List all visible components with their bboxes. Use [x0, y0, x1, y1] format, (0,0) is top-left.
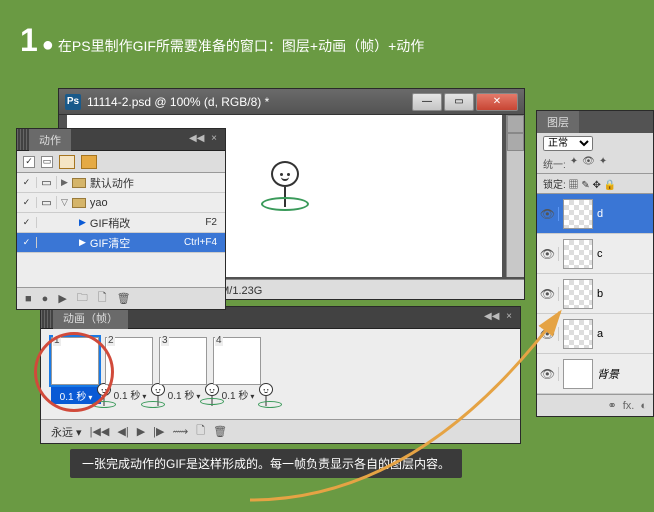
stick-figure [257, 161, 313, 231]
unify-row: 统一:✦👁✦ [537, 154, 653, 174]
visibility-icon[interactable]: 👁 [537, 327, 559, 341]
toggle-check[interactable]: ✓ [23, 156, 35, 168]
frames-strip: 1 0.1 秒▾ 2 0.1 秒▾ 3 0.1 秒▾ 4 0.1 秒▾ [41, 329, 520, 419]
layers-panel: 图层 正常 统一:✦👁✦ 锁定: ▦ ✎ ✥ 🔒 👁 d 👁 c 👁 b 👁 a… [536, 110, 654, 417]
layers-footer: ⚭ fx. ◐ [537, 394, 653, 416]
collapse-icon[interactable]: ◀◀ [484, 311, 498, 325]
frame-thumb[interactable]: 1 0.1 秒▾ [51, 337, 101, 411]
first-frame-icon[interactable]: |◀◀ [90, 425, 110, 438]
layer-item[interactable]: 👁 b [537, 274, 653, 314]
tween-icon[interactable]: ⟿ [172, 425, 188, 438]
stop-icon[interactable]: ■ [25, 293, 32, 305]
layer-item-background[interactable]: 👁 背景 [537, 354, 653, 394]
trash-icon[interactable]: 🗑 [213, 425, 227, 438]
toggle-dialog[interactable]: ▭ [41, 156, 53, 168]
action-row[interactable]: ✓▭ ▽ yao [17, 193, 225, 213]
page-title: 1 ● 在PS里制作GIF所需要准备的窗口：图层+动画（帧）+动作 [20, 22, 424, 59]
collapse-icon[interactable]: ◀◀ [189, 133, 203, 147]
actions-panel: 动作 ◀◀ × ✓ ▭ ✓▭ ▶ 默认动作 ✓▭ ▽ yao ✓ ▶ GIF稍改… [16, 128, 226, 310]
ps-icon: Ps [65, 94, 81, 110]
close-button[interactable]: ✕ [476, 93, 518, 111]
minimize-button[interactable]: — [412, 93, 442, 111]
folder-icon [72, 198, 86, 208]
close-panel-icon[interactable]: × [207, 133, 221, 147]
prev-frame-icon[interactable]: ◀| [117, 425, 128, 438]
unify-style-icon[interactable]: ✦ [599, 156, 607, 171]
action-toolbar: ✓ ▭ [17, 151, 225, 173]
titlebar[interactable]: Ps 11114-2.psd @ 100% (d, RGB/8) * — ▭ ✕ [59, 89, 524, 115]
maximize-button[interactable]: ▭ [444, 93, 474, 111]
caption: 一张完成动作的GIF是这样形成的。每一帧负责显示各自的图层内容。 [70, 449, 462, 478]
layer-item[interactable]: 👁 c [537, 234, 653, 274]
visibility-icon[interactable]: 👁 [537, 207, 559, 221]
actions-tab[interactable]: 动作 [29, 129, 71, 151]
actions-footer: ■ ● ▶ 🗀 🗋 🗑 [17, 287, 225, 309]
header-text: 在PS里制作GIF所需要准备的窗口：图层+动画（帧）+动作 [58, 36, 424, 56]
vertical-scrollbar[interactable] [506, 115, 524, 277]
blend-mode-row: 正常 [537, 133, 653, 154]
play-icon[interactable]: ▶ [58, 292, 66, 305]
document-title: 11114-2.psd @ 100% (d, RGB/8) * [87, 95, 412, 109]
animation-tabbar[interactable]: 动画（帧） ◀◀ × [41, 307, 520, 329]
panel-tabbar[interactable]: 动作 ◀◀ × [17, 129, 225, 151]
layer-item[interactable]: 👁 d [537, 194, 653, 234]
trash-icon[interactable]: 🗑 [117, 292, 131, 305]
folder-icon [72, 178, 86, 188]
visibility-icon[interactable]: 👁 [537, 247, 559, 261]
next-frame-icon[interactable]: |▶ [153, 425, 164, 438]
new-frame-icon[interactable]: 🗋 [196, 422, 205, 441]
record-icon[interactable]: ● [42, 293, 49, 305]
visibility-icon[interactable]: 👁 [537, 367, 559, 381]
new-action-icon[interactable]: 🗋 [98, 289, 107, 308]
close-panel-icon[interactable]: × [502, 311, 516, 325]
animation-panel: 动画（帧） ◀◀ × 1 0.1 秒▾ 2 0.1 秒▾ 3 0.1 秒▾ 4 … [40, 306, 521, 444]
mask-icon[interactable]: ◐ [640, 400, 647, 412]
action-row-selected[interactable]: ✓ ▶ GIF清空 Ctrl+F4 [17, 233, 225, 253]
new-set-icon[interactable]: 🗀 [77, 289, 88, 308]
action-row[interactable]: ✓ ▶ GIF稍改 F2 [17, 213, 225, 233]
unify-visibility-icon[interactable]: 👁 [582, 156, 595, 171]
lock-row: 锁定: ▦ ✎ ✥ 🔒 [537, 174, 653, 194]
action-list: ✓▭ ▶ 默认动作 ✓▭ ▽ yao ✓ ▶ GIF稍改 F2 ✓ ▶ GIF清… [17, 173, 225, 287]
animation-footer: 永远 ▾ |◀◀ ◀| ▶ |▶ ⟿ 🗋 🗑 [41, 419, 520, 443]
button-mode-color[interactable] [81, 155, 97, 169]
unify-position-icon[interactable]: ✦ [570, 156, 578, 171]
layer-item[interactable]: 👁 a [537, 314, 653, 354]
button-mode-normal[interactable] [59, 155, 75, 169]
frame-thumb[interactable]: 3 0.1 秒▾ [159, 337, 209, 411]
loop-selector[interactable]: 永远 ▾ [51, 424, 82, 440]
fx-icon[interactable]: fx. [623, 400, 635, 412]
link-icon[interactable]: ⚭ [608, 399, 617, 412]
frame-thumb[interactable]: 4 0.1 秒▾ [213, 337, 263, 411]
play-icon[interactable]: ▶ [137, 425, 145, 438]
layers-tab[interactable]: 图层 [537, 111, 579, 133]
blend-mode-select[interactable]: 正常 [543, 136, 593, 151]
visibility-icon[interactable]: 👁 [537, 287, 559, 301]
action-row[interactable]: ✓▭ ▶ 默认动作 [17, 173, 225, 193]
frame-thumb[interactable]: 2 0.1 秒▾ [105, 337, 155, 411]
step-number: 1 [20, 22, 38, 59]
